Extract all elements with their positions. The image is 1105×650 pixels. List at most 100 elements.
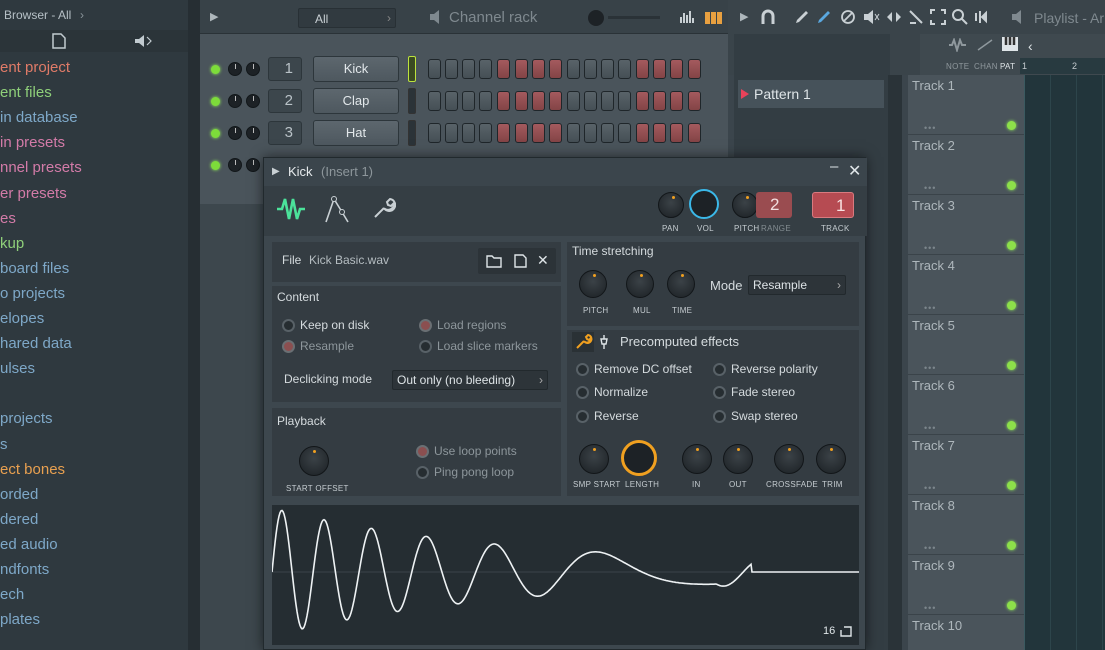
step-button[interactable] bbox=[636, 91, 650, 111]
browser-item[interactable]: board files bbox=[0, 260, 69, 277]
edit-file-icon[interactable] bbox=[514, 253, 528, 269]
sampler-titlebar[interactable]: ▶ Kick (Insert 1) – ✕ bbox=[264, 158, 867, 186]
select-icon[interactable] bbox=[930, 9, 946, 25]
step-button[interactable] bbox=[548, 91, 562, 111]
speaker-icon[interactable] bbox=[1010, 9, 1028, 25]
pin-icon[interactable] bbox=[599, 334, 609, 350]
step-button[interactable] bbox=[462, 123, 476, 143]
sample-tab-icon[interactable] bbox=[276, 194, 306, 224]
pitch-knob[interactable] bbox=[732, 192, 758, 218]
channel-vol-knob[interactable] bbox=[246, 158, 260, 172]
loop-icon[interactable] bbox=[840, 626, 852, 637]
step-sequencer-icon[interactable] bbox=[705, 12, 723, 24]
track-display[interactable]: 1 bbox=[812, 192, 854, 218]
browser-item[interactable]: es bbox=[0, 210, 16, 227]
track-header[interactable]: Track 4 ••• bbox=[908, 255, 1024, 315]
track-header[interactable]: Track 7 ••• bbox=[908, 435, 1024, 495]
step-button[interactable] bbox=[670, 91, 684, 111]
step-button[interactable] bbox=[548, 59, 562, 79]
channel-select[interactable] bbox=[408, 56, 416, 82]
brush-icon[interactable] bbox=[816, 9, 834, 25]
step-button[interactable] bbox=[566, 123, 580, 143]
automation-icon[interactable] bbox=[976, 38, 994, 52]
step-button[interactable] bbox=[428, 123, 441, 143]
track-led[interactable] bbox=[1007, 421, 1016, 430]
swing-knob[interactable] bbox=[588, 10, 604, 26]
trim-knob[interactable] bbox=[816, 444, 846, 474]
slip-icon[interactable] bbox=[886, 9, 902, 25]
track-header[interactable]: Track 3 ••• bbox=[908, 195, 1024, 255]
browser-item[interactable]: s bbox=[0, 436, 8, 453]
mute-icon[interactable] bbox=[862, 9, 880, 25]
step-button[interactable] bbox=[653, 91, 667, 111]
channel-name-button[interactable]: Hat bbox=[313, 120, 399, 146]
track-grip-icon[interactable]: ••• bbox=[924, 543, 936, 553]
track-grip-icon[interactable]: ••• bbox=[924, 423, 936, 433]
track-led[interactable] bbox=[1007, 241, 1016, 250]
browser-item[interactable]: ect bones bbox=[0, 461, 65, 478]
length-knob[interactable] bbox=[621, 440, 657, 476]
step-button[interactable] bbox=[583, 123, 597, 143]
browser-item[interactable]: er presets bbox=[0, 185, 67, 202]
envelope-tab-icon[interactable] bbox=[324, 194, 350, 224]
zoom-icon[interactable] bbox=[952, 9, 968, 25]
track-led[interactable] bbox=[1007, 541, 1016, 550]
piano-icon[interactable] bbox=[1002, 37, 1018, 51]
channel-select[interactable] bbox=[408, 88, 416, 114]
browser-item[interactable]: plates bbox=[0, 611, 40, 628]
channel-led[interactable] bbox=[211, 97, 220, 106]
track-led[interactable] bbox=[1007, 181, 1016, 190]
step-button[interactable] bbox=[670, 123, 684, 143]
track-header[interactable]: Track 9 ••• bbox=[908, 555, 1024, 615]
step-button[interactable] bbox=[462, 59, 476, 79]
browser-item[interactable]: ech bbox=[0, 586, 24, 603]
step-button[interactable] bbox=[514, 59, 528, 79]
step-button[interactable] bbox=[601, 59, 614, 79]
chevron-right-icon[interactable]: › bbox=[80, 8, 84, 22]
step-button[interactable] bbox=[687, 59, 701, 79]
track-header[interactable]: Track 1 ••• bbox=[908, 75, 1024, 135]
panel-divider[interactable] bbox=[188, 0, 200, 650]
swing-slider[interactable] bbox=[608, 16, 660, 19]
track-led[interactable] bbox=[1007, 301, 1016, 310]
track-grip-icon[interactable]: ••• bbox=[924, 483, 936, 493]
wrench-icon[interactable] bbox=[572, 332, 594, 352]
step-button[interactable] bbox=[636, 123, 650, 143]
step-button[interactable] bbox=[618, 91, 632, 111]
track-header[interactable]: Track 10••• bbox=[908, 615, 1024, 650]
channel-vol-knob[interactable] bbox=[246, 126, 260, 140]
step-button[interactable] bbox=[601, 123, 614, 143]
ts-time-knob[interactable] bbox=[667, 270, 695, 298]
browser-item[interactable]: elopes bbox=[0, 310, 44, 327]
channel-select[interactable] bbox=[408, 120, 416, 146]
ts-pitch-knob[interactable] bbox=[579, 270, 607, 298]
step-button[interactable] bbox=[583, 91, 597, 111]
remove-dc-offset-radio[interactable] bbox=[576, 363, 589, 376]
channel-filter-select[interactable]: All › bbox=[298, 8, 396, 28]
chevron-left-icon[interactable]: ‹ bbox=[1028, 38, 1033, 54]
start-offset-knob[interactable] bbox=[299, 446, 329, 476]
step-button[interactable] bbox=[601, 91, 614, 111]
track-header[interactable]: Track 8 ••• bbox=[908, 495, 1024, 555]
channel-number[interactable]: 1 bbox=[268, 57, 302, 81]
track-grip-icon[interactable]: ••• bbox=[924, 243, 936, 253]
waveform-icon[interactable] bbox=[948, 38, 968, 52]
channel-name-button[interactable]: Kick bbox=[313, 56, 399, 82]
slice-icon[interactable] bbox=[908, 9, 924, 25]
smp-start-knob[interactable] bbox=[579, 444, 609, 474]
channel-number[interactable]: 3 bbox=[268, 121, 302, 145]
channel-led[interactable] bbox=[211, 129, 220, 138]
step-button[interactable] bbox=[566, 91, 580, 111]
browser-item[interactable]: nnel presets bbox=[0, 159, 82, 176]
track-grip-icon[interactable]: ••• bbox=[924, 123, 936, 133]
step-button[interactable] bbox=[618, 59, 632, 79]
clear-file-icon[interactable]: ✕ bbox=[537, 252, 549, 269]
browser-item[interactable]: kup bbox=[0, 235, 24, 252]
step-button[interactable] bbox=[445, 91, 459, 111]
file-icon[interactable] bbox=[52, 33, 66, 49]
step-button[interactable] bbox=[548, 123, 562, 143]
track-header[interactable]: Track 2 ••• bbox=[908, 135, 1024, 195]
browser-item[interactable]: projects bbox=[0, 410, 53, 427]
in-knob[interactable] bbox=[682, 444, 712, 474]
pattern-item[interactable]: Pattern 1 bbox=[738, 80, 884, 108]
